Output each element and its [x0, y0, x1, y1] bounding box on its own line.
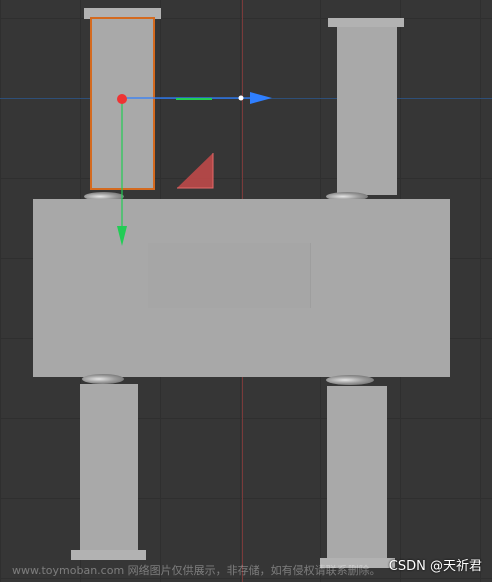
gizmo-y-arrow-icon [117, 226, 127, 246]
gizmo-pivot-dot [238, 95, 244, 101]
3d-viewport[interactable]: www.toymoban.com 网络图片仅供展示，非存储，如有侵权请联系删除。… [0, 0, 492, 582]
gizmo-origin-icon [117, 94, 127, 104]
transform-gizmo[interactable] [0, 0, 492, 582]
gizmo-plane-handle-icon [177, 153, 213, 188]
watermark-credit: CSDN @天祈君 [388, 559, 482, 574]
watermark-text: www.toymoban.com 网络图片仅供展示，非存储，如有侵权请联系删除。 [12, 564, 381, 577]
gizmo-x-arrow-icon [250, 92, 272, 104]
